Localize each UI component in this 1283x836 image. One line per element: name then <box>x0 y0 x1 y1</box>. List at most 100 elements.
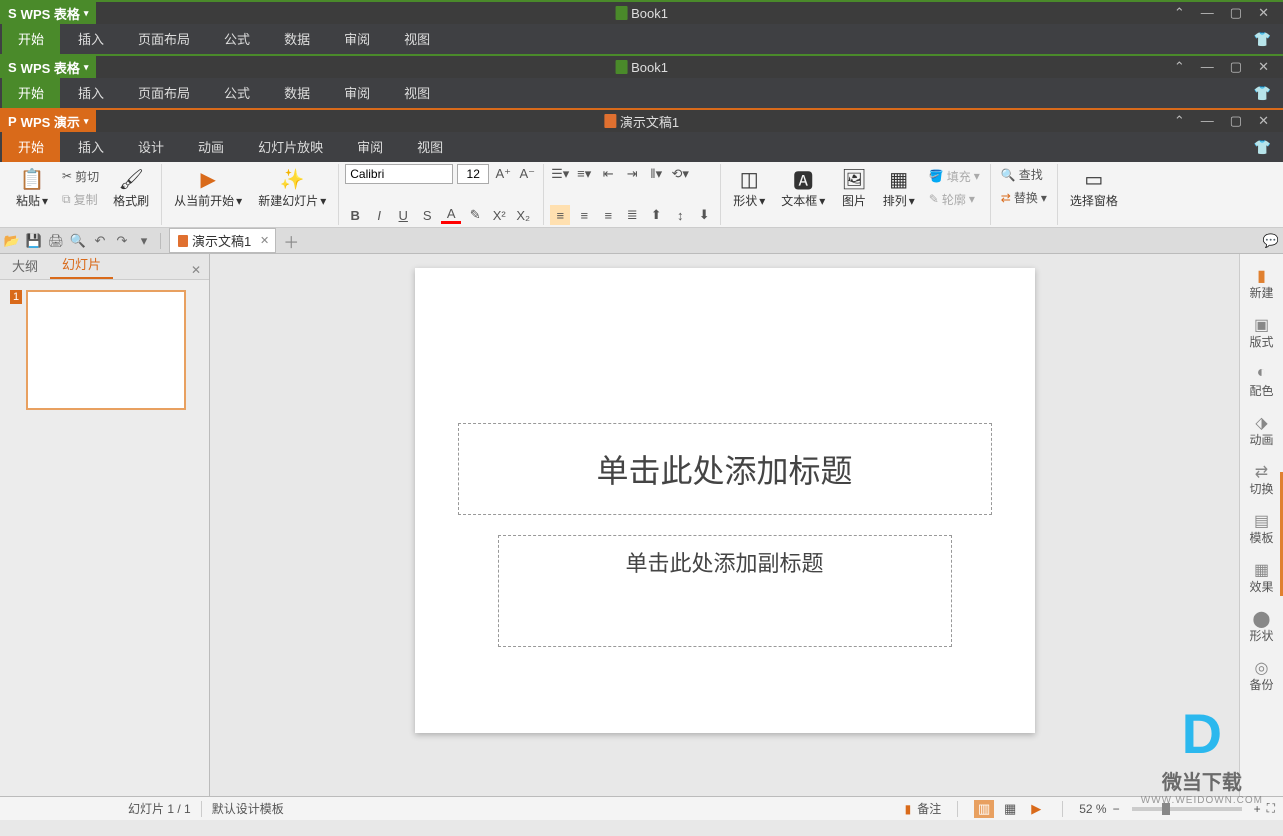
shrink-font-icon[interactable]: A⁻ <box>517 164 537 184</box>
zoom-slider[interactable] <box>1132 807 1242 811</box>
slide[interactable]: 单击此处添加标题 单击此处添加副标题 <box>415 268 1035 733</box>
replace-button[interactable]: ⇄替换 ▾ <box>997 187 1051 208</box>
win-min-icon[interactable]: — <box>1201 59 1214 75</box>
menu-review[interactable]: 审阅 <box>341 131 399 162</box>
menu-view[interactable]: 视图 <box>388 77 446 108</box>
outline-button[interactable]: ✎轮廓 ▾ <box>925 189 984 210</box>
font-size-input[interactable] <box>457 164 489 184</box>
menu-start[interactable]: 开始 <box>2 131 60 162</box>
strike-button[interactable]: S <box>417 205 437 225</box>
new-slide-button[interactable]: ✨新建幻灯片 ▾ <box>252 164 332 211</box>
menu-review[interactable]: 审阅 <box>328 23 386 54</box>
feedback-icon[interactable]: 💬 <box>1263 233 1279 249</box>
file-tab[interactable]: 演示文稿1 ✕ <box>169 228 276 253</box>
win-max-icon[interactable]: ▢ <box>1230 5 1242 21</box>
indent-inc-icon[interactable]: ⇥ <box>622 164 642 184</box>
valign-top-icon[interactable]: ⬆ <box>646 205 666 225</box>
menu-start[interactable]: 开始 <box>2 77 60 108</box>
from-current-button[interactable]: ▶从当前开始 ▾ <box>168 164 248 211</box>
win-max-icon[interactable]: ▢ <box>1230 59 1242 75</box>
outline-tab[interactable]: 大纲 <box>0 252 50 279</box>
fill-button[interactable]: 🪣填充 ▾ <box>925 166 984 187</box>
win-up-icon[interactable]: ⌃ <box>1174 59 1185 75</box>
rp-transition[interactable]: ⇄切换 <box>1240 456 1283 503</box>
rp-animation[interactable]: ⬗动画 <box>1240 407 1283 454</box>
rp-new[interactable]: ▮新建 <box>1240 260 1283 307</box>
skin-icon[interactable]: 👕 <box>1254 85 1271 102</box>
arrange-button[interactable]: ▦排列 ▾ <box>877 164 921 211</box>
font-name-input[interactable] <box>345 164 453 184</box>
app-badge[interactable]: PWPS 演示▾ <box>0 110 96 132</box>
align-right-icon[interactable]: ≡ <box>598 205 618 225</box>
picture-button[interactable]: 🖼图片 <box>835 164 872 211</box>
superscript-button[interactable]: X² <box>489 205 509 225</box>
find-button[interactable]: 🔍查找 <box>997 164 1051 185</box>
slide-thumbnail[interactable] <box>26 290 186 410</box>
notes-button[interactable]: 备注 <box>917 800 941 817</box>
align-justify-icon[interactable]: ≣ <box>622 205 642 225</box>
menu-design[interactable]: 设计 <box>122 131 180 162</box>
skin-icon[interactable]: 👕 <box>1254 139 1271 156</box>
indent-dec-icon[interactable]: ⇤ <box>598 164 618 184</box>
win-close-icon[interactable]: ✕ <box>1258 113 1269 129</box>
win-close-icon[interactable]: ✕ <box>1258 59 1269 75</box>
rp-effect[interactable]: ▦效果 <box>1240 554 1283 601</box>
font-color-button[interactable]: A <box>441 206 461 224</box>
highlight-button[interactable]: ✎ <box>465 205 485 225</box>
menu-layout[interactable]: 页面布局 <box>122 77 206 108</box>
view-sorter-icon[interactable]: ▦ <box>1000 800 1020 818</box>
menu-slideshow[interactable]: 幻灯片放映 <box>242 131 339 162</box>
menu-insert[interactable]: 插入 <box>62 131 120 162</box>
menu-review[interactable]: 审阅 <box>328 77 386 108</box>
win-max-icon[interactable]: ▢ <box>1230 113 1242 129</box>
win-min-icon[interactable]: — <box>1201 113 1214 129</box>
canvas[interactable]: 单击此处添加标题 单击此处添加副标题 <box>210 254 1239 796</box>
app-badge[interactable]: SWPS 表格▾ <box>0 56 96 78</box>
title-placeholder[interactable]: 单击此处添加标题 <box>458 423 992 515</box>
save-icon[interactable]: 💾 <box>26 233 42 249</box>
subscript-button[interactable]: X₂ <box>513 205 533 225</box>
align-center-icon[interactable]: ≡ <box>574 205 594 225</box>
menu-view[interactable]: 视图 <box>388 23 446 54</box>
select-pane-button[interactable]: ▭选择窗格 <box>1064 164 1124 211</box>
rp-shape[interactable]: ⬤形状 <box>1240 603 1283 650</box>
panel-close-icon[interactable]: ✕ <box>183 261 209 279</box>
menu-data[interactable]: 数据 <box>268 77 326 108</box>
subtitle-placeholder[interactable]: 单击此处添加副标题 <box>498 535 952 647</box>
numbering-icon[interactable]: ≡▾ <box>574 164 594 184</box>
menu-insert[interactable]: 插入 <box>62 23 120 54</box>
rp-template[interactable]: ▤模板 <box>1240 505 1283 552</box>
win-close-icon[interactable]: ✕ <box>1258 5 1269 21</box>
app-badge[interactable]: SWPS 表格▾ <box>0 2 96 24</box>
zoom-in-icon[interactable]: + <box>1254 802 1261 816</box>
view-normal-icon[interactable]: ▥ <box>974 800 994 818</box>
format-painter-button[interactable]: 🖌格式刷 <box>107 164 155 211</box>
preview-icon[interactable]: 🔍 <box>70 233 86 249</box>
more-icon[interactable]: ▾ <box>136 233 152 249</box>
add-tab-icon[interactable]: ＋ <box>282 232 300 250</box>
close-tab-icon[interactable]: ✕ <box>260 234 269 247</box>
undo-icon[interactable]: ↶ <box>92 233 108 249</box>
rp-color[interactable]: ◐配色 <box>1240 358 1283 405</box>
print-icon[interactable]: 🖨 <box>48 233 64 249</box>
menu-formula[interactable]: 公式 <box>208 77 266 108</box>
zoom-out-icon[interactable]: − <box>1113 802 1120 816</box>
underline-button[interactable]: U <box>393 205 413 225</box>
line-spacing-icon[interactable]: ‖▾ <box>646 164 666 184</box>
menu-view[interactable]: 视图 <box>401 131 459 162</box>
win-min-icon[interactable]: — <box>1201 5 1214 21</box>
bold-button[interactable]: B <box>345 205 365 225</box>
copy-button[interactable]: ⧉复制 <box>58 189 103 210</box>
win-up-icon[interactable]: ⌃ <box>1174 113 1185 129</box>
bullets-icon[interactable]: ☰▾ <box>550 164 570 184</box>
fit-icon[interactable]: ⛶ <box>1267 801 1275 816</box>
menu-formula[interactable]: 公式 <box>208 23 266 54</box>
redo-icon[interactable]: ↷ <box>114 233 130 249</box>
valign-bot-icon[interactable]: ⬇ <box>694 205 714 225</box>
textbox-button[interactable]: 🅰文本框 ▾ <box>775 164 831 211</box>
slides-tab[interactable]: 幻灯片 <box>50 250 113 279</box>
zoom-value[interactable]: 52 % <box>1079 802 1106 816</box>
view-slideshow-icon[interactable]: ▶ <box>1026 800 1046 818</box>
italic-button[interactable]: I <box>369 205 389 225</box>
win-up-icon[interactable]: ⌃ <box>1174 5 1185 21</box>
